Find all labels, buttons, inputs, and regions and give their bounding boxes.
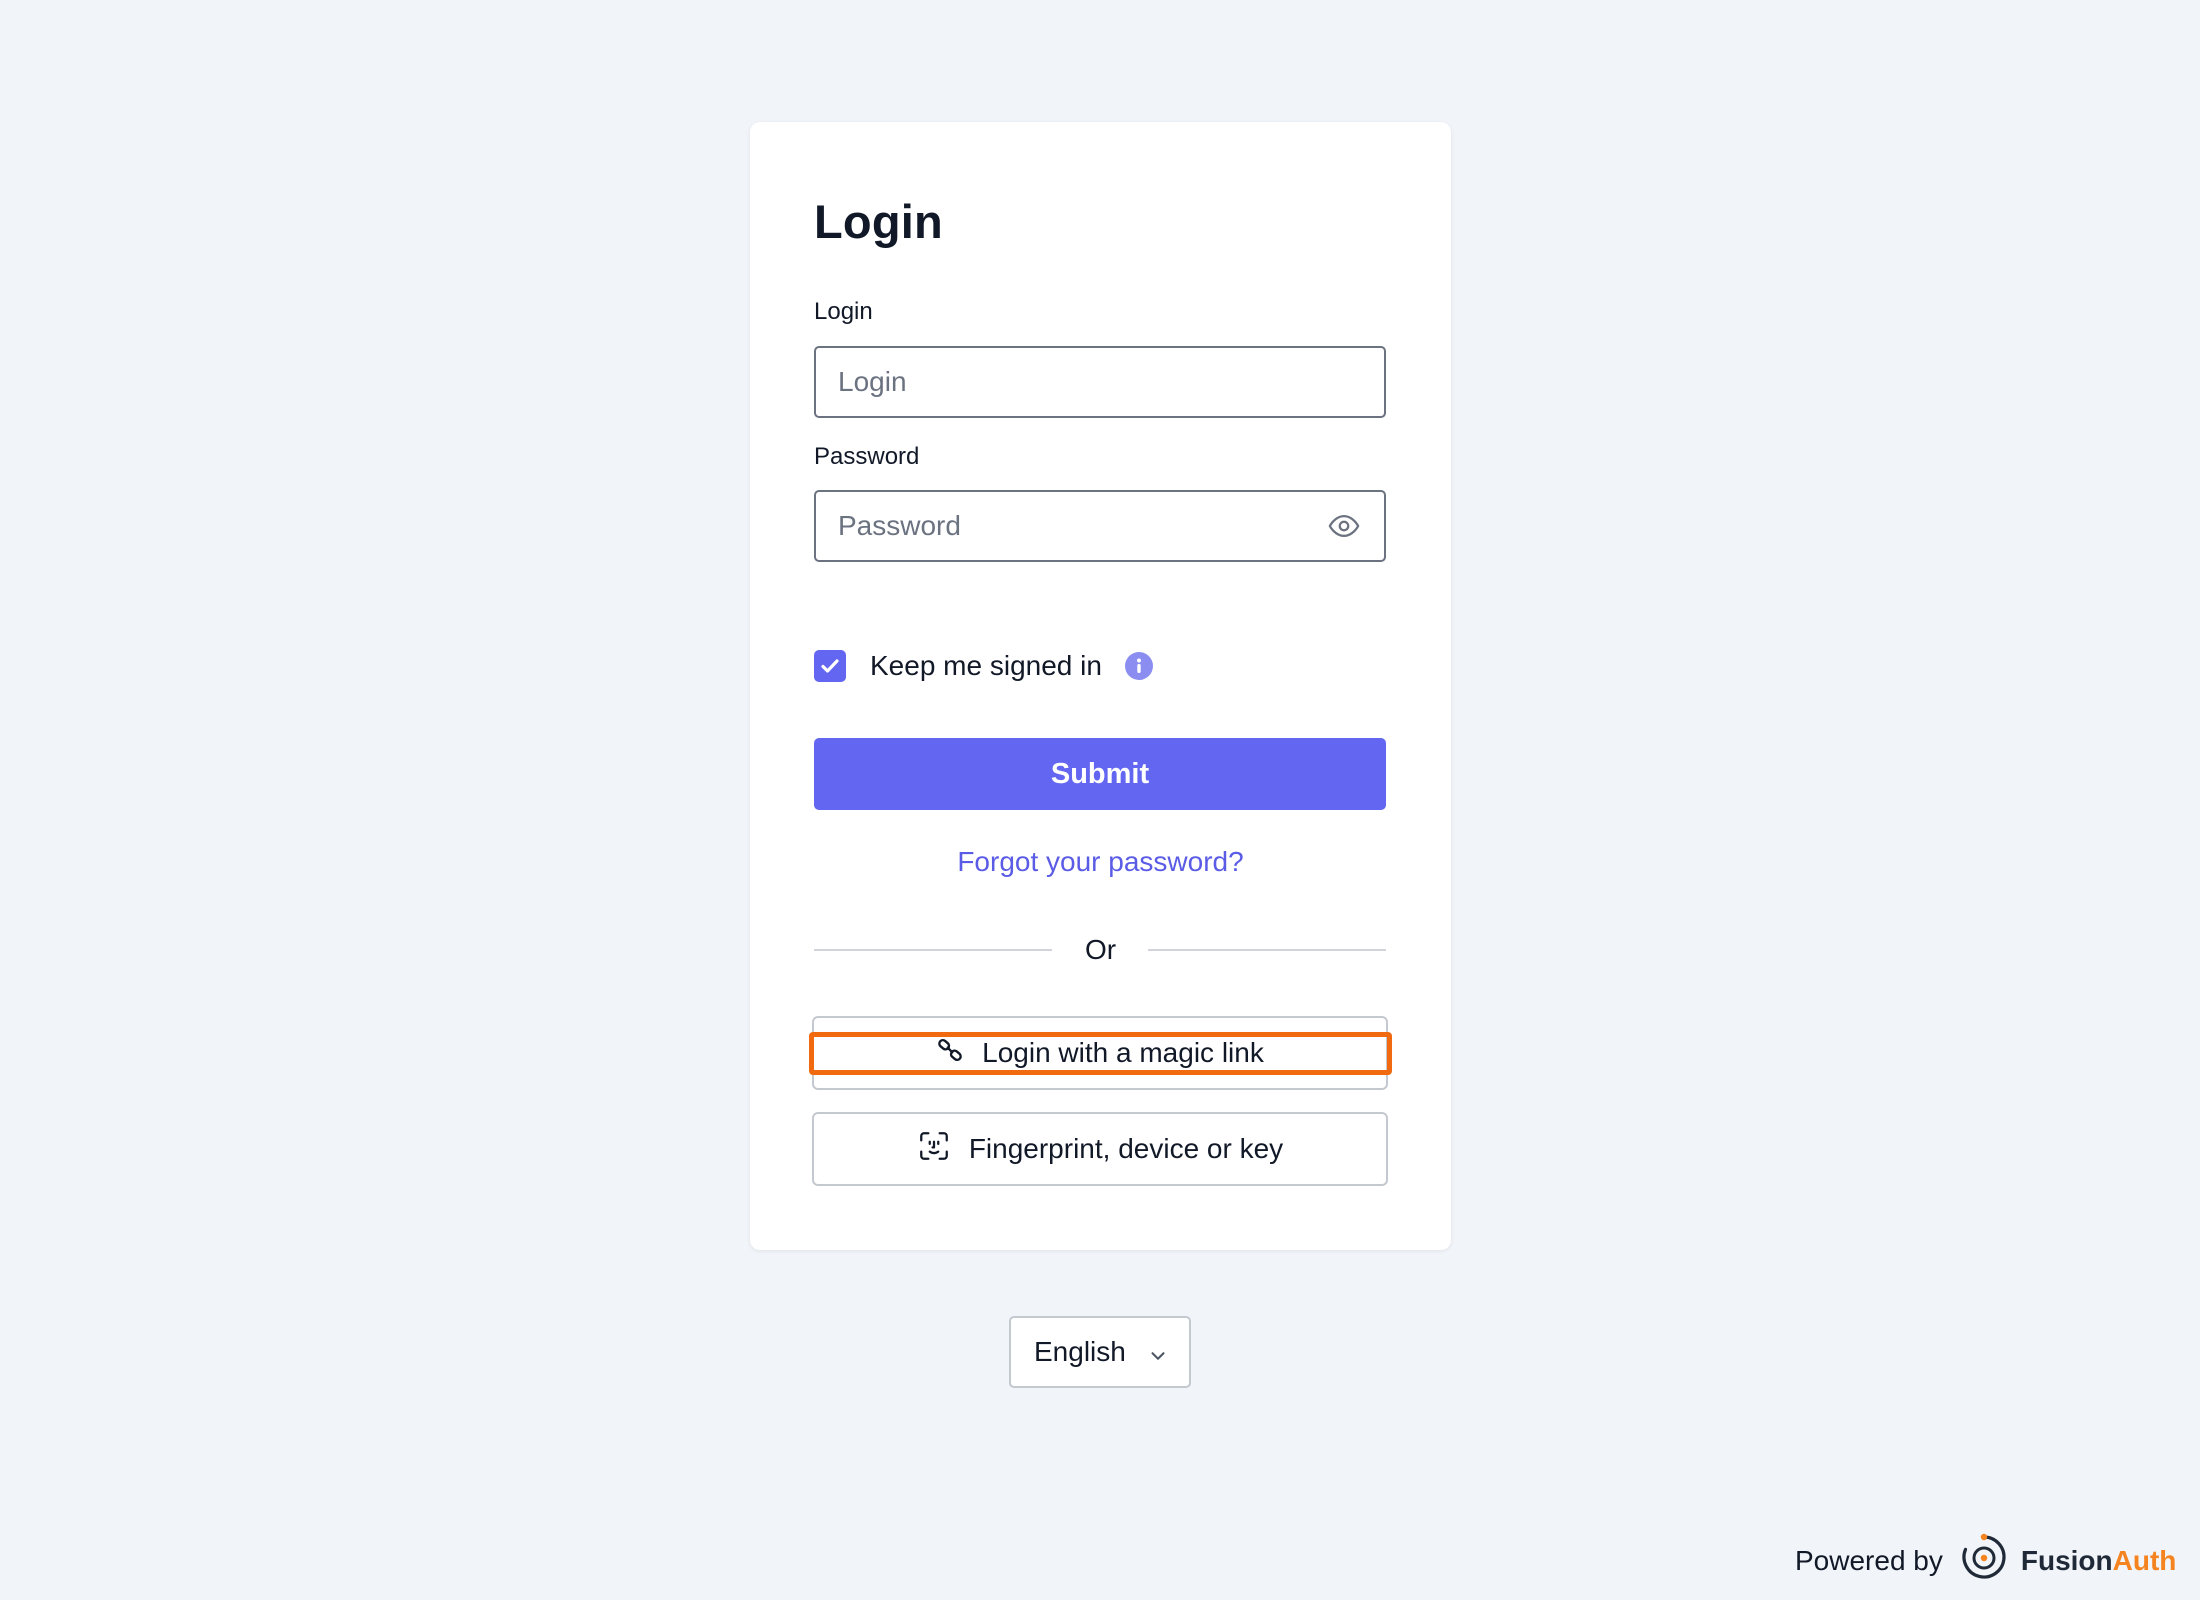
divider-line-right [1148,949,1386,951]
checkmark-icon [821,659,839,673]
brand-name-auth: Auth [2112,1544,2177,1576]
chevron-down-icon [1147,1342,1169,1374]
keep-signed-in-checkbox[interactable] [814,650,846,682]
login-field-label: Login [814,298,873,325]
info-icon[interactable] [1125,652,1153,680]
fusionauth-logo-icon [1959,1532,2009,1589]
login-input[interactable] [814,346,1386,418]
password-input[interactable] [814,490,1386,562]
login-card: Login Login Password Keep me signed in S… [750,122,1451,1250]
page-title: Login [814,195,943,248]
passkey-label: Fingerprint, device or key [968,1133,1284,1164]
brand-name-fusion: Fusion [2020,1544,2113,1576]
page: Login Login Password Keep me signed in S… [0,0,2200,1600]
language-select[interactable]: English [1009,1316,1191,1388]
password-field-label: Password [814,443,920,470]
language-selected: English [1034,1336,1126,1367]
submit-button[interactable]: Submit [814,738,1386,810]
powered-by: Powered by Fusion Auth [1795,1532,2176,1589]
face-id-icon [917,1129,951,1170]
keep-signed-in-label[interactable]: Keep me signed in [870,650,1102,682]
forgot-password-link[interactable]: Forgot your password? [750,846,1451,878]
powered-by-text: Powered by [1795,1544,1943,1576]
link-icon [936,1036,964,1071]
eye-icon[interactable] [1327,509,1361,543]
magic-link-button[interactable]: Login with a magic link [812,1016,1388,1090]
magic-link-label: Login with a magic link [982,1037,1264,1068]
passkey-button[interactable]: Fingerprint, device or key [812,1112,1388,1186]
